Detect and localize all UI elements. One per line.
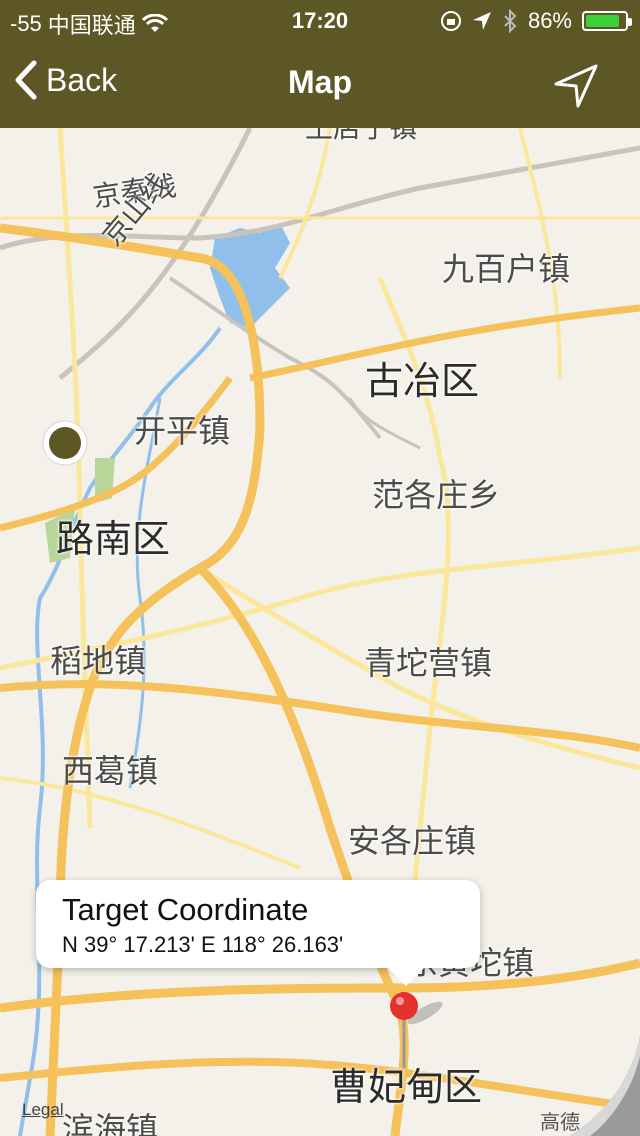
battery-fill [586,15,619,27]
place-label: 青坨营镇 [364,645,493,681]
page-curl-icon[interactable] [570,1036,640,1136]
rotation-lock-icon [440,11,461,31]
place-label: 曹妃甸区 [330,1067,483,1109]
place-label: 稻地镇 [50,643,147,679]
navigation-bar: Back Map [0,40,640,128]
place-label: 安各庄镇 [348,823,477,859]
target-callout[interactable]: Target Coordinate N 39° 17.213' E 118° 2… [36,880,480,986]
place-label: 古冶区 [365,361,480,403]
bluetooth-icon [504,9,517,33]
target-pin [390,992,418,1020]
status-bar: -55 中国联通 17:20 86% [0,0,640,40]
place-label: 范各庄乡 [372,477,501,513]
battery-percent: 86% [527,8,572,33]
battery-icon [582,11,632,31]
place-label: 开平镇 [134,413,231,449]
legal-link[interactable]: Legal [22,1100,64,1120]
location-services-icon [472,12,491,30]
place-label: 九百户镇 [442,251,571,287]
place-label: 路南区 [56,519,171,561]
page-title: Map [288,64,352,100]
callout-coordinates: N 39° 17.213' E 118° 26.163' [62,932,344,957]
location-arrow-icon[interactable] [552,62,600,110]
callout-title: Target Coordinate [62,892,309,927]
place-label: 西葛镇 [62,753,159,789]
place-label: 王店子镇 [305,128,417,146]
map-view[interactable]: 王店子镇京秦线京山线九百户镇古冶区开平镇范各庄乡路南区稻地镇青坨营镇西葛镇安各庄… [0,128,640,1136]
place-label: 滨海镇 [62,1111,159,1136]
